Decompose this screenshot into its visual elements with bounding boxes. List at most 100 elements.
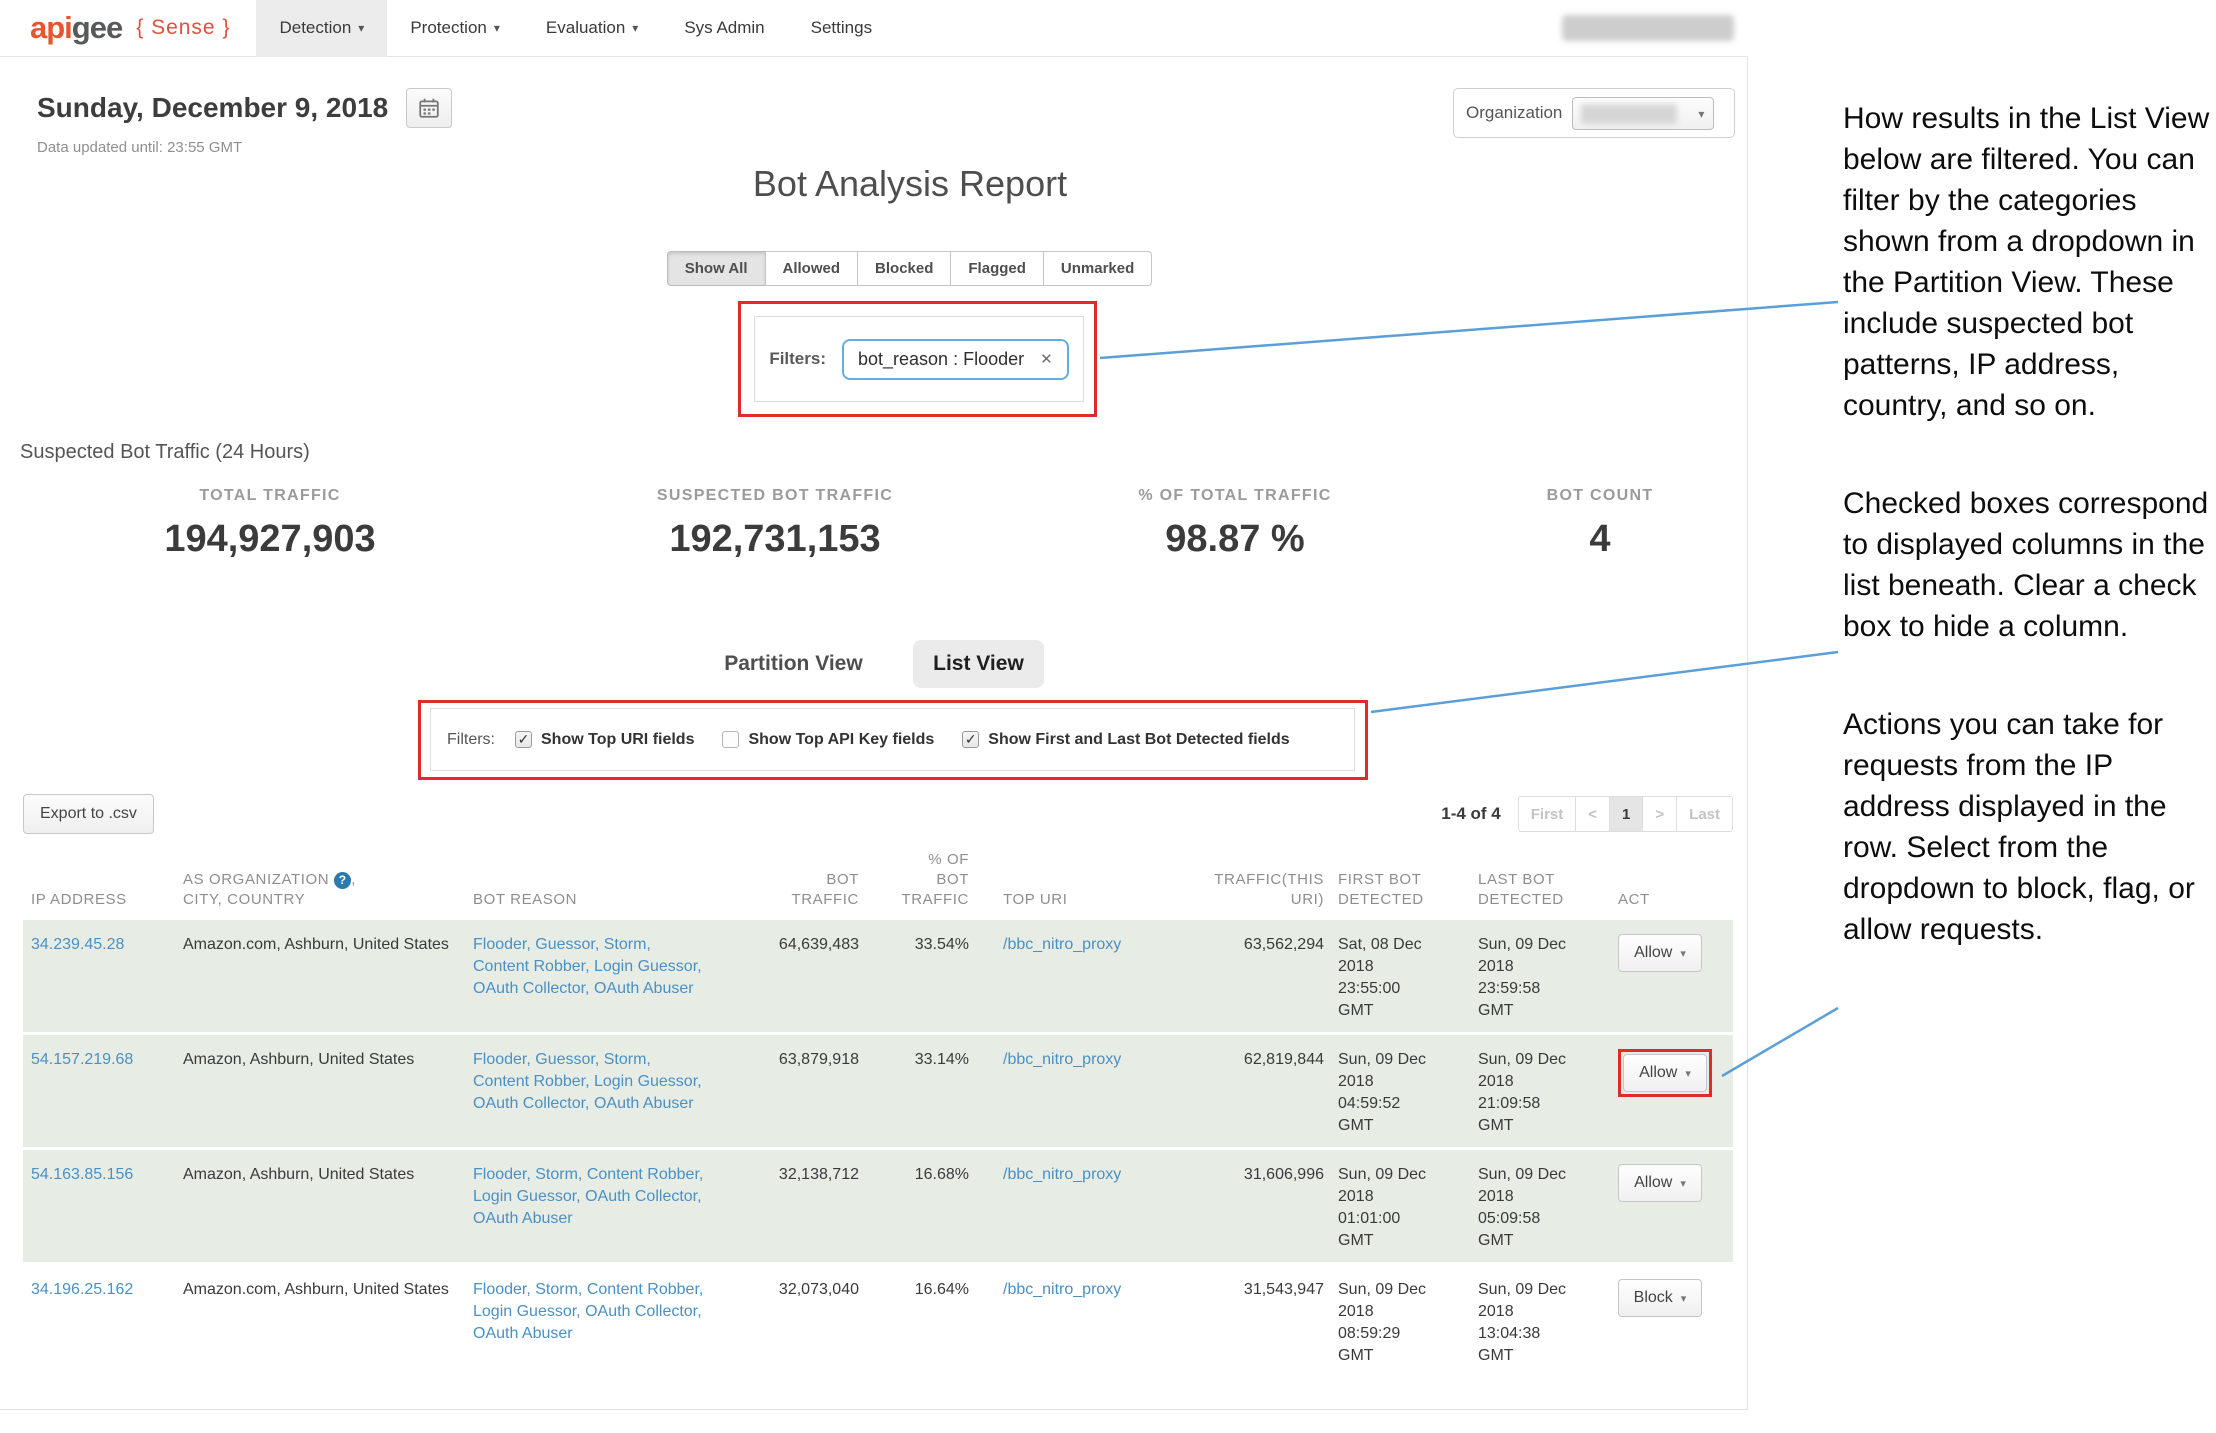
chevron-down-icon: ▾ (632, 21, 638, 35)
view-toggle: Partition View List View (0, 640, 1768, 688)
ip-address-cell: 34.239.45.28 (23, 934, 183, 1022)
nav-item-protection[interactable]: Protection▾ (387, 0, 523, 57)
action-label: Block (1634, 1289, 1673, 1307)
annotation-para-actions: Actions you can take for requests from t… (1843, 704, 2215, 950)
tab-allowed[interactable]: Allowed (765, 251, 859, 286)
filter-chip-text: bot_reason : Flooder (858, 349, 1024, 370)
action-dropdown[interactable]: Allow▾ (1618, 1164, 1702, 1202)
checkbox-show-top-uri[interactable]: ✓ Show Top URI fields (515, 731, 694, 749)
tab-list-view[interactable]: List View (913, 640, 1044, 688)
ip-address-cell: 54.157.219.68 (23, 1049, 183, 1137)
tab-show-all[interactable]: Show All (667, 251, 766, 286)
chevron-down-icon: ▾ (1698, 107, 1704, 121)
ip-address-link[interactable]: 34.196.25.162 (31, 1281, 133, 1298)
bot-traffic-cell: 32,073,040 (718, 1279, 873, 1367)
nav-item-label: Detection (279, 18, 351, 38)
calendar-button[interactable] (406, 88, 452, 128)
bot-reason-cell: Flooder, Guessor, Storm, Content Robber,… (473, 934, 718, 1022)
last-bot-detected-cell: Sun, 09 Dec 2018 13:04:38 GMT (1478, 1279, 1618, 1367)
bot-list-table: IP ADDRESSAS ORGANIZATION?,CITY, COUNTRY… (23, 850, 1733, 1377)
checkbox-show-top-api-key[interactable]: Show Top API Key fields (722, 731, 934, 749)
stat-value: 192,731,153 (540, 518, 1010, 561)
top-uri-cell: /bbc_nitro_proxy (983, 934, 1193, 1022)
column-header: BOT TRAFFIC (718, 870, 873, 910)
pagination-page-1[interactable]: 1 (1609, 796, 1643, 832)
stat-label: BOT COUNT (1460, 487, 1740, 505)
column-header: ACT (1618, 890, 1723, 910)
checkbox-icon[interactable]: ✓ (962, 731, 979, 748)
pct-bot-traffic-cell: 16.64% (873, 1279, 983, 1367)
checkbox-show-first-last-detected[interactable]: ✓ Show First and Last Bot Detected field… (962, 731, 1289, 749)
bot-reason-links[interactable]: Flooder, Guessor, Storm, Content Robber,… (473, 936, 702, 997)
action-dropdown[interactable]: Allow▾ (1623, 1054, 1707, 1092)
top-navbar: apigee { Sense } Detection▾Protection▾Ev… (0, 0, 1748, 57)
filter-chip-bot-reason[interactable]: bot_reason : Flooder ✕ (842, 339, 1069, 380)
bot-reason-links[interactable]: Flooder, Storm, Content Robber, Login Gu… (473, 1281, 703, 1342)
nav-item-settings[interactable]: Settings (788, 0, 895, 57)
annotation-notes: How results in the List View below are f… (1843, 98, 2215, 1007)
as-organization-cell: Amazon, Ashburn, United States (183, 1164, 473, 1252)
ip-address-link[interactable]: 34.239.45.28 (31, 936, 124, 953)
tab-partition-view[interactable]: Partition View (724, 652, 862, 675)
top-uri-link[interactable]: /bbc_nitro_proxy (1003, 936, 1121, 953)
ip-address-link[interactable]: 54.157.219.68 (31, 1051, 133, 1068)
traffic-this-uri-cell: 63,562,294 (1193, 934, 1338, 1022)
stats-heading: Suspected Bot Traffic (24 Hours) (20, 441, 310, 464)
table-body: 34.239.45.28Amazon.com, Ashburn, United … (23, 920, 1733, 1377)
export-csv-button[interactable]: Export to .csv (23, 794, 154, 834)
checkbox-icon[interactable]: ✓ (515, 731, 532, 748)
top-uri-link[interactable]: /bbc_nitro_proxy (1003, 1281, 1121, 1298)
nav-item-label: Sys Admin (684, 18, 764, 38)
checkbox-label: Show First and Last Bot Detected fields (988, 731, 1289, 749)
column-header: LAST BOT DETECTED (1478, 870, 1618, 910)
table-row: 54.157.219.68Amazon, Ashburn, United Sta… (23, 1035, 1733, 1150)
action-cell: Block▾ (1618, 1279, 1723, 1367)
data-updated-text: Data updated until: 23:55 GMT (37, 139, 452, 156)
logo-api: api (30, 10, 72, 46)
column-header: FIRST BOT DETECTED (1338, 870, 1478, 910)
action-label: Allow (1634, 944, 1672, 962)
tab-blocked[interactable]: Blocked (857, 251, 951, 286)
filters-label: Filters: (447, 731, 495, 749)
tab-flagged[interactable]: Flagged (950, 251, 1044, 286)
top-uri-link[interactable]: /bbc_nitro_proxy (1003, 1166, 1121, 1183)
action-dropdown[interactable]: Block▾ (1618, 1279, 1702, 1317)
last-bot-detected-cell: Sun, 09 Dec 2018 21:09:58 GMT (1478, 1049, 1618, 1137)
nav-item-label: Settings (811, 18, 872, 38)
organization-select[interactable]: ▾ (1572, 97, 1714, 130)
action-dropdown[interactable]: Allow▾ (1618, 934, 1702, 972)
bot-traffic-cell: 64,639,483 (718, 934, 873, 1022)
bot-reason-links[interactable]: Flooder, Guessor, Storm, Content Robber,… (473, 1051, 702, 1112)
first-bot-detected-cell: Sat, 08 Dec 2018 23:55:00 GMT (1338, 934, 1478, 1022)
last-bot-detected-cell: Sun, 09 Dec 2018 23:59:58 GMT (1478, 934, 1618, 1022)
first-bot-detected-cell: Sun, 09 Dec 2018 04:59:52 GMT (1338, 1049, 1478, 1137)
remove-filter-icon[interactable]: ✕ (1040, 350, 1053, 368)
annotation-para-checkboxes: Checked boxes correspond to displayed co… (1843, 483, 2215, 647)
nav-item-detection[interactable]: Detection▾ (256, 0, 387, 57)
pagination-first[interactable]: First (1518, 796, 1577, 832)
account-name-redacted[interactable] (1562, 15, 1734, 41)
bot-traffic-cell: 63,879,918 (718, 1049, 873, 1137)
pagination-next[interactable]: > (1642, 796, 1677, 832)
column-header: TRAFFIC(THIS URI) (1193, 870, 1338, 910)
status-tabs: Show AllAllowedBlockedFlaggedUnmarked (0, 251, 1820, 286)
pagination-prev[interactable]: < (1575, 796, 1610, 832)
pagination-last[interactable]: Last (1676, 796, 1733, 832)
top-uri-link[interactable]: /bbc_nitro_proxy (1003, 1051, 1121, 1068)
report-date: Sunday, December 9, 2018 (37, 92, 388, 124)
bot-reason-links[interactable]: Flooder, Storm, Content Robber, Login Gu… (473, 1166, 703, 1227)
nav-item-sys-admin[interactable]: Sys Admin (661, 0, 787, 57)
column-header: TOP URI (983, 890, 1193, 910)
checkbox-icon[interactable] (722, 731, 739, 748)
tab-unmarked[interactable]: Unmarked (1043, 251, 1152, 286)
checkbox-label: Show Top API Key fields (748, 731, 934, 749)
stat-pct-total-traffic: % OF TOTAL TRAFFIC 98.87 % (1010, 487, 1460, 561)
help-icon[interactable]: ? (334, 872, 351, 889)
column-header: % OF BOT TRAFFIC (873, 850, 983, 910)
ip-address-link[interactable]: 54.163.85.156 (31, 1166, 133, 1183)
app-window: apigee { Sense } Detection▾Protection▾Ev… (0, 0, 1748, 1410)
action-cell: Allow▾ (1618, 1049, 1723, 1137)
nav-item-evaluation[interactable]: Evaluation▾ (523, 0, 661, 57)
ip-address-cell: 34.196.25.162 (23, 1279, 183, 1367)
bot-traffic-cell: 32,138,712 (718, 1164, 873, 1252)
